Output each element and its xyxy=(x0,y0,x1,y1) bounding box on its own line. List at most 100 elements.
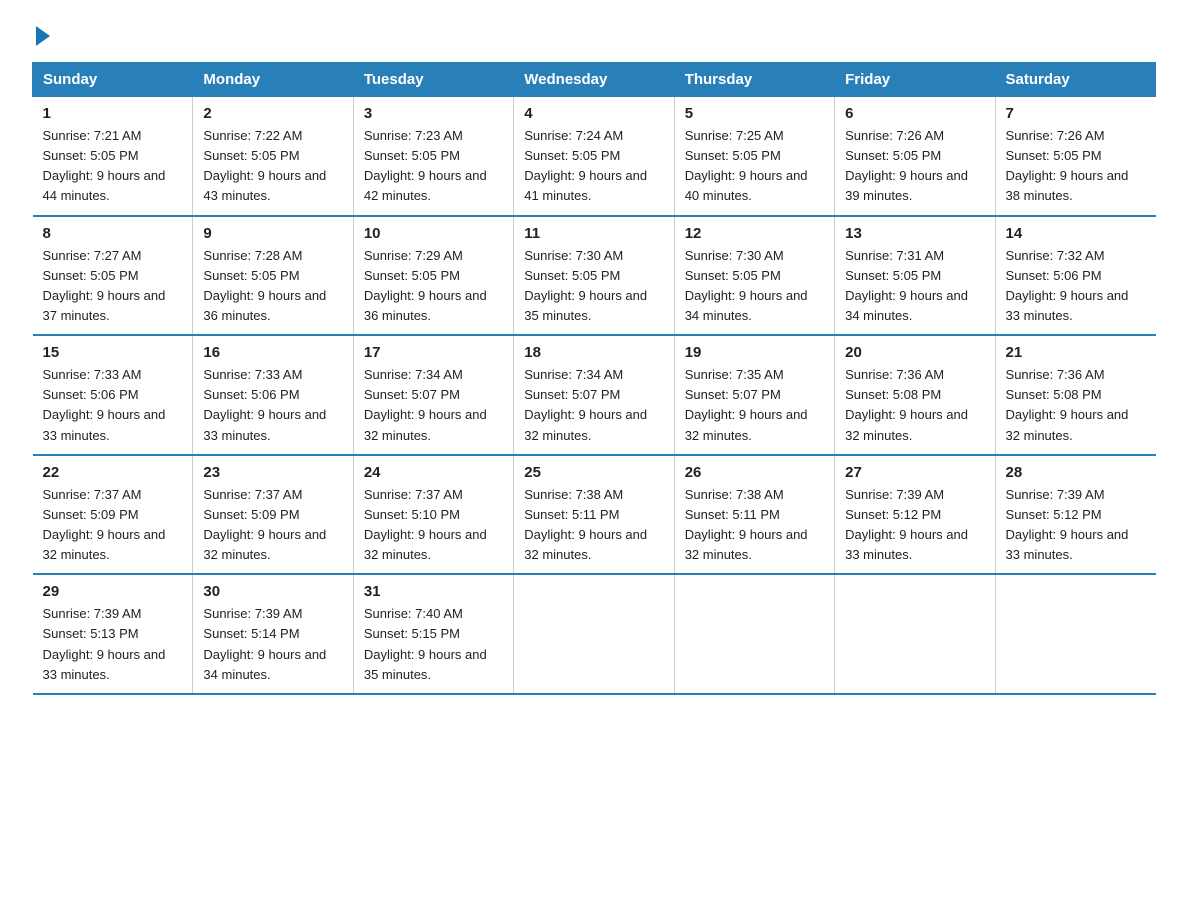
calendar-cell: 26 Sunrise: 7:38 AMSunset: 5:11 PMDayligh… xyxy=(674,455,834,575)
day-number: 31 xyxy=(364,583,503,600)
day-number: 27 xyxy=(845,464,984,481)
calendar-cell xyxy=(835,574,995,694)
day-info: Sunrise: 7:37 AMSunset: 5:09 PMDaylight:… xyxy=(43,485,183,566)
calendar-cell: 2 Sunrise: 7:22 AMSunset: 5:05 PMDaylight… xyxy=(193,97,353,216)
day-number: 23 xyxy=(203,464,342,481)
day-number: 3 xyxy=(364,105,503,122)
weekday-header-tuesday: Tuesday xyxy=(353,63,513,97)
day-info: Sunrise: 7:39 AMSunset: 5:12 PMDaylight:… xyxy=(1006,485,1146,566)
day-info: Sunrise: 7:35 AMSunset: 5:07 PMDaylight:… xyxy=(685,365,824,446)
calendar-cell: 25 Sunrise: 7:38 AMSunset: 5:11 PMDayligh… xyxy=(514,455,674,575)
day-number: 20 xyxy=(845,344,984,361)
day-info: Sunrise: 7:30 AMSunset: 5:05 PMDaylight:… xyxy=(524,246,663,327)
calendar-cell: 27 Sunrise: 7:39 AMSunset: 5:12 PMDayligh… xyxy=(835,455,995,575)
day-number: 9 xyxy=(203,225,342,242)
calendar-cell: 10 Sunrise: 7:29 AMSunset: 5:05 PMDayligh… xyxy=(353,216,513,336)
day-number: 16 xyxy=(203,344,342,361)
day-info: Sunrise: 7:38 AMSunset: 5:11 PMDaylight:… xyxy=(524,485,663,566)
day-info: Sunrise: 7:36 AMSunset: 5:08 PMDaylight:… xyxy=(1006,365,1146,446)
calendar-cell: 24 Sunrise: 7:37 AMSunset: 5:10 PMDayligh… xyxy=(353,455,513,575)
day-info: Sunrise: 7:27 AMSunset: 5:05 PMDaylight:… xyxy=(43,246,183,327)
calendar-week-row: 1 Sunrise: 7:21 AMSunset: 5:05 PMDaylight… xyxy=(33,97,1156,216)
calendar-cell: 19Sunrise: 7:35 AMSunset: 5:07 PMDayligh… xyxy=(674,335,834,455)
day-number: 8 xyxy=(43,225,183,242)
weekday-header-wednesday: Wednesday xyxy=(514,63,674,97)
day-number: 25 xyxy=(524,464,663,481)
day-info: Sunrise: 7:34 AMSunset: 5:07 PMDaylight:… xyxy=(364,365,503,446)
calendar-cell: 17 Sunrise: 7:34 AMSunset: 5:07 PMDayligh… xyxy=(353,335,513,455)
day-number: 2 xyxy=(203,105,342,122)
day-number: 11 xyxy=(524,225,663,242)
calendar-table: SundayMondayTuesdayWednesdayThursdayFrid… xyxy=(32,62,1156,695)
day-info: Sunrise: 7:37 AMSunset: 5:09 PMDaylight:… xyxy=(203,485,342,566)
calendar-cell: 16 Sunrise: 7:33 AMSunset: 5:06 PMDayligh… xyxy=(193,335,353,455)
calendar-week-row: 15Sunrise: 7:33 AMSunset: 5:06 PMDayligh… xyxy=(33,335,1156,455)
day-number: 6 xyxy=(845,105,984,122)
calendar-cell: 15Sunrise: 7:33 AMSunset: 5:06 PMDayligh… xyxy=(33,335,193,455)
day-number: 24 xyxy=(364,464,503,481)
calendar-week-row: 22 Sunrise: 7:37 AMSunset: 5:09 PMDayligh… xyxy=(33,455,1156,575)
day-info: Sunrise: 7:26 AMSunset: 5:05 PMDaylight:… xyxy=(845,126,984,207)
calendar-cell: 7Sunrise: 7:26 AMSunset: 5:05 PMDaylight… xyxy=(995,97,1155,216)
day-info: Sunrise: 7:28 AMSunset: 5:05 PMDaylight:… xyxy=(203,246,342,327)
day-info: Sunrise: 7:40 AMSunset: 5:15 PMDaylight:… xyxy=(364,604,503,685)
calendar-cell: 30 Sunrise: 7:39 AMSunset: 5:14 PMDayligh… xyxy=(193,574,353,694)
day-info: Sunrise: 7:30 AMSunset: 5:05 PMDaylight:… xyxy=(685,246,824,327)
day-info: Sunrise: 7:33 AMSunset: 5:06 PMDaylight:… xyxy=(203,365,342,446)
calendar-cell: 4 Sunrise: 7:24 AMSunset: 5:05 PMDaylight… xyxy=(514,97,674,216)
day-number: 22 xyxy=(43,464,183,481)
day-info: Sunrise: 7:23 AMSunset: 5:05 PMDaylight:… xyxy=(364,126,503,207)
day-number: 1 xyxy=(43,105,183,122)
day-info: Sunrise: 7:38 AMSunset: 5:11 PMDaylight:… xyxy=(685,485,824,566)
calendar-cell: 5 Sunrise: 7:25 AMSunset: 5:05 PMDaylight… xyxy=(674,97,834,216)
calendar-cell: 22 Sunrise: 7:37 AMSunset: 5:09 PMDayligh… xyxy=(33,455,193,575)
day-info: Sunrise: 7:25 AMSunset: 5:05 PMDaylight:… xyxy=(685,126,824,207)
day-number: 28 xyxy=(1006,464,1146,481)
day-info: Sunrise: 7:29 AMSunset: 5:05 PMDaylight:… xyxy=(364,246,503,327)
day-number: 13 xyxy=(845,225,984,242)
calendar-cell: 14 Sunrise: 7:32 AMSunset: 5:06 PMDayligh… xyxy=(995,216,1155,336)
day-number: 26 xyxy=(685,464,824,481)
day-info: Sunrise: 7:31 AMSunset: 5:05 PMDaylight:… xyxy=(845,246,984,327)
day-number: 18 xyxy=(524,344,663,361)
calendar-cell xyxy=(514,574,674,694)
calendar-cell: 13 Sunrise: 7:31 AMSunset: 5:05 PMDayligh… xyxy=(835,216,995,336)
calendar-cell: 3 Sunrise: 7:23 AMSunset: 5:05 PMDaylight… xyxy=(353,97,513,216)
day-number: 7 xyxy=(1006,105,1146,122)
day-number: 14 xyxy=(1006,225,1146,242)
calendar-cell: 8 Sunrise: 7:27 AMSunset: 5:05 PMDaylight… xyxy=(33,216,193,336)
logo xyxy=(32,24,50,42)
calendar-cell xyxy=(995,574,1155,694)
day-info: Sunrise: 7:22 AMSunset: 5:05 PMDaylight:… xyxy=(203,126,342,207)
calendar-cell: 1 Sunrise: 7:21 AMSunset: 5:05 PMDaylight… xyxy=(33,97,193,216)
day-number: 10 xyxy=(364,225,503,242)
day-number: 4 xyxy=(524,105,663,122)
day-number: 29 xyxy=(43,583,183,600)
day-info: Sunrise: 7:39 AMSunset: 5:13 PMDaylight:… xyxy=(43,604,183,685)
weekday-header-friday: Friday xyxy=(835,63,995,97)
calendar-cell: 12 Sunrise: 7:30 AMSunset: 5:05 PMDayligh… xyxy=(674,216,834,336)
day-info: Sunrise: 7:24 AMSunset: 5:05 PMDaylight:… xyxy=(524,126,663,207)
day-number: 12 xyxy=(685,225,824,242)
day-info: Sunrise: 7:34 AMSunset: 5:07 PMDaylight:… xyxy=(524,365,663,446)
weekday-header-sunday: Sunday xyxy=(33,63,193,97)
weekday-header-monday: Monday xyxy=(193,63,353,97)
day-info: Sunrise: 7:39 AMSunset: 5:12 PMDaylight:… xyxy=(845,485,984,566)
day-info: Sunrise: 7:37 AMSunset: 5:10 PMDaylight:… xyxy=(364,485,503,566)
day-number: 21 xyxy=(1006,344,1146,361)
calendar-cell: 31 Sunrise: 7:40 AMSunset: 5:15 PMDayligh… xyxy=(353,574,513,694)
weekday-header-thursday: Thursday xyxy=(674,63,834,97)
day-number: 5 xyxy=(685,105,824,122)
calendar-cell: 29 Sunrise: 7:39 AMSunset: 5:13 PMDayligh… xyxy=(33,574,193,694)
day-info: Sunrise: 7:21 AMSunset: 5:05 PMDaylight:… xyxy=(43,126,183,207)
calendar-cell: 11 Sunrise: 7:30 AMSunset: 5:05 PMDayligh… xyxy=(514,216,674,336)
day-info: Sunrise: 7:32 AMSunset: 5:06 PMDaylight:… xyxy=(1006,246,1146,327)
calendar-cell xyxy=(674,574,834,694)
calendar-cell: 9 Sunrise: 7:28 AMSunset: 5:05 PMDaylight… xyxy=(193,216,353,336)
calendar-cell: 21 Sunrise: 7:36 AMSunset: 5:08 PMDayligh… xyxy=(995,335,1155,455)
day-info: Sunrise: 7:39 AMSunset: 5:14 PMDaylight:… xyxy=(203,604,342,685)
page-header xyxy=(32,24,1156,42)
day-number: 30 xyxy=(203,583,342,600)
calendar-cell: 6 Sunrise: 7:26 AMSunset: 5:05 PMDaylight… xyxy=(835,97,995,216)
day-number: 17 xyxy=(364,344,503,361)
